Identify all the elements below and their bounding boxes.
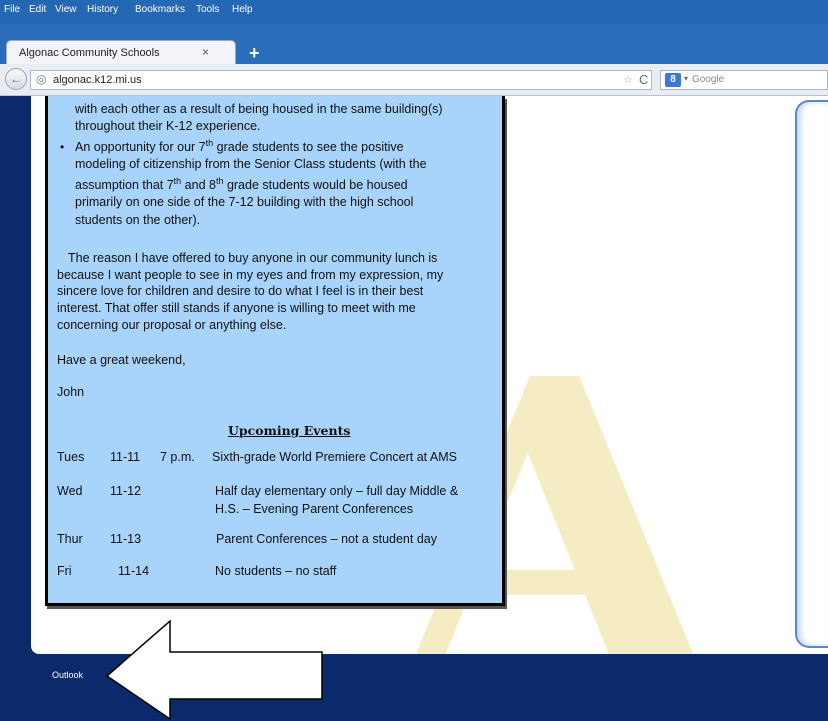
- arrow-pointer-icon: [105, 619, 323, 721]
